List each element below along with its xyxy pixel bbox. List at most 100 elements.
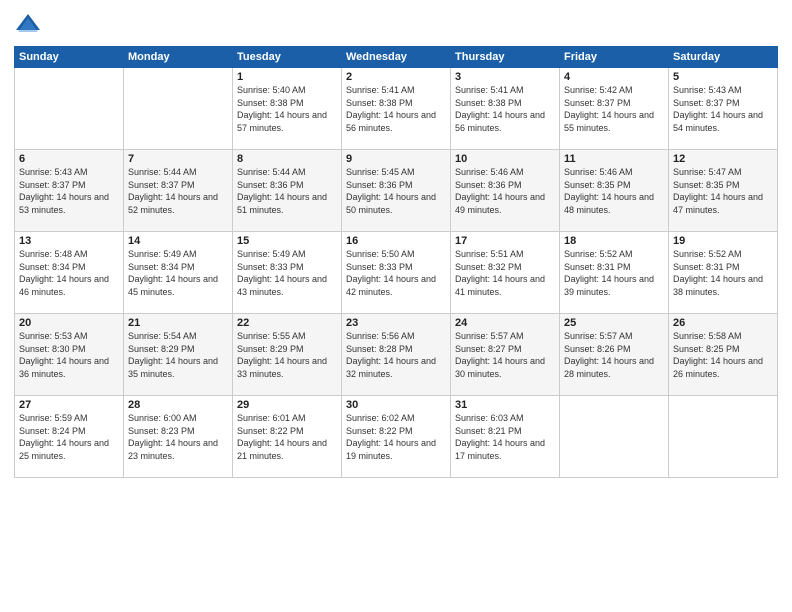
day-number: 17 [455,235,555,247]
day-cell: 18Sunrise: 5:52 AMSunset: 8:31 PMDayligh… [560,232,669,314]
logo-icon [14,10,42,38]
day-number: 28 [128,399,228,411]
day-cell: 20Sunrise: 5:53 AMSunset: 8:30 PMDayligh… [15,314,124,396]
day-info: Sunrise: 5:40 AMSunset: 8:38 PMDaylight:… [237,84,337,134]
day-info: Sunrise: 5:48 AMSunset: 8:34 PMDaylight:… [19,248,119,298]
day-cell: 13Sunrise: 5:48 AMSunset: 8:34 PMDayligh… [15,232,124,314]
day-number: 16 [346,235,446,247]
day-cell [124,68,233,150]
day-cell: 19Sunrise: 5:52 AMSunset: 8:31 PMDayligh… [669,232,778,314]
day-info: Sunrise: 5:57 AMSunset: 8:26 PMDaylight:… [564,330,664,380]
day-cell: 26Sunrise: 5:58 AMSunset: 8:25 PMDayligh… [669,314,778,396]
week-row-5: 27Sunrise: 5:59 AMSunset: 8:24 PMDayligh… [15,396,778,478]
day-info: Sunrise: 5:43 AMSunset: 8:37 PMDaylight:… [673,84,773,134]
day-number: 6 [19,153,119,165]
day-number: 21 [128,317,228,329]
day-number: 31 [455,399,555,411]
day-info: Sunrise: 5:53 AMSunset: 8:30 PMDaylight:… [19,330,119,380]
day-number: 1 [237,71,337,83]
week-row-1: 1Sunrise: 5:40 AMSunset: 8:38 PMDaylight… [15,68,778,150]
day-number: 5 [673,71,773,83]
day-cell: 28Sunrise: 6:00 AMSunset: 8:23 PMDayligh… [124,396,233,478]
day-cell: 25Sunrise: 5:57 AMSunset: 8:26 PMDayligh… [560,314,669,396]
day-number: 29 [237,399,337,411]
day-number: 4 [564,71,664,83]
day-cell [669,396,778,478]
day-number: 3 [455,71,555,83]
day-info: Sunrise: 5:49 AMSunset: 8:34 PMDaylight:… [128,248,228,298]
day-cell: 11Sunrise: 5:46 AMSunset: 8:35 PMDayligh… [560,150,669,232]
day-cell: 10Sunrise: 5:46 AMSunset: 8:36 PMDayligh… [451,150,560,232]
day-info: Sunrise: 5:44 AMSunset: 8:36 PMDaylight:… [237,166,337,216]
weekday-header-tuesday: Tuesday [233,47,342,68]
day-number: 13 [19,235,119,247]
day-info: Sunrise: 6:00 AMSunset: 8:23 PMDaylight:… [128,412,228,462]
calendar-table: SundayMondayTuesdayWednesdayThursdayFrid… [14,46,778,478]
day-cell: 15Sunrise: 5:49 AMSunset: 8:33 PMDayligh… [233,232,342,314]
weekday-header-monday: Monday [124,47,233,68]
day-number: 9 [346,153,446,165]
week-row-3: 13Sunrise: 5:48 AMSunset: 8:34 PMDayligh… [15,232,778,314]
day-cell: 8Sunrise: 5:44 AMSunset: 8:36 PMDaylight… [233,150,342,232]
day-cell: 5Sunrise: 5:43 AMSunset: 8:37 PMDaylight… [669,68,778,150]
day-cell: 30Sunrise: 6:02 AMSunset: 8:22 PMDayligh… [342,396,451,478]
weekday-header-row: SundayMondayTuesdayWednesdayThursdayFrid… [15,47,778,68]
day-info: Sunrise: 5:41 AMSunset: 8:38 PMDaylight:… [455,84,555,134]
day-cell: 21Sunrise: 5:54 AMSunset: 8:29 PMDayligh… [124,314,233,396]
day-info: Sunrise: 5:55 AMSunset: 8:29 PMDaylight:… [237,330,337,380]
day-cell: 6Sunrise: 5:43 AMSunset: 8:37 PMDaylight… [15,150,124,232]
day-number: 2 [346,71,446,83]
day-number: 23 [346,317,446,329]
day-info: Sunrise: 5:41 AMSunset: 8:38 PMDaylight:… [346,84,446,134]
day-cell [560,396,669,478]
day-info: Sunrise: 5:51 AMSunset: 8:32 PMDaylight:… [455,248,555,298]
day-info: Sunrise: 5:43 AMSunset: 8:37 PMDaylight:… [19,166,119,216]
day-number: 10 [455,153,555,165]
day-cell [15,68,124,150]
day-cell: 9Sunrise: 5:45 AMSunset: 8:36 PMDaylight… [342,150,451,232]
logo [14,10,46,38]
day-cell: 31Sunrise: 6:03 AMSunset: 8:21 PMDayligh… [451,396,560,478]
day-cell: 23Sunrise: 5:56 AMSunset: 8:28 PMDayligh… [342,314,451,396]
day-cell: 22Sunrise: 5:55 AMSunset: 8:29 PMDayligh… [233,314,342,396]
day-cell: 4Sunrise: 5:42 AMSunset: 8:37 PMDaylight… [560,68,669,150]
day-info: Sunrise: 6:01 AMSunset: 8:22 PMDaylight:… [237,412,337,462]
day-cell: 7Sunrise: 5:44 AMSunset: 8:37 PMDaylight… [124,150,233,232]
day-number: 18 [564,235,664,247]
day-info: Sunrise: 5:45 AMSunset: 8:36 PMDaylight:… [346,166,446,216]
day-cell: 14Sunrise: 5:49 AMSunset: 8:34 PMDayligh… [124,232,233,314]
week-row-2: 6Sunrise: 5:43 AMSunset: 8:37 PMDaylight… [15,150,778,232]
day-info: Sunrise: 5:52 AMSunset: 8:31 PMDaylight:… [564,248,664,298]
day-info: Sunrise: 5:44 AMSunset: 8:37 PMDaylight:… [128,166,228,216]
day-number: 26 [673,317,773,329]
day-number: 14 [128,235,228,247]
day-number: 19 [673,235,773,247]
page: SundayMondayTuesdayWednesdayThursdayFrid… [0,0,792,612]
weekday-header-wednesday: Wednesday [342,47,451,68]
day-number: 12 [673,153,773,165]
weekday-header-friday: Friday [560,47,669,68]
day-info: Sunrise: 5:58 AMSunset: 8:25 PMDaylight:… [673,330,773,380]
day-cell: 12Sunrise: 5:47 AMSunset: 8:35 PMDayligh… [669,150,778,232]
day-number: 11 [564,153,664,165]
day-number: 24 [455,317,555,329]
day-cell: 2Sunrise: 5:41 AMSunset: 8:38 PMDaylight… [342,68,451,150]
header [14,10,778,38]
day-cell: 17Sunrise: 5:51 AMSunset: 8:32 PMDayligh… [451,232,560,314]
day-info: Sunrise: 5:47 AMSunset: 8:35 PMDaylight:… [673,166,773,216]
day-number: 22 [237,317,337,329]
day-info: Sunrise: 5:42 AMSunset: 8:37 PMDaylight:… [564,84,664,134]
day-cell: 27Sunrise: 5:59 AMSunset: 8:24 PMDayligh… [15,396,124,478]
day-cell: 16Sunrise: 5:50 AMSunset: 8:33 PMDayligh… [342,232,451,314]
day-number: 27 [19,399,119,411]
day-number: 20 [19,317,119,329]
weekday-header-saturday: Saturday [669,47,778,68]
day-cell: 29Sunrise: 6:01 AMSunset: 8:22 PMDayligh… [233,396,342,478]
day-info: Sunrise: 5:46 AMSunset: 8:36 PMDaylight:… [455,166,555,216]
day-info: Sunrise: 5:50 AMSunset: 8:33 PMDaylight:… [346,248,446,298]
weekday-header-sunday: Sunday [15,47,124,68]
day-number: 30 [346,399,446,411]
day-info: Sunrise: 5:57 AMSunset: 8:27 PMDaylight:… [455,330,555,380]
week-row-4: 20Sunrise: 5:53 AMSunset: 8:30 PMDayligh… [15,314,778,396]
day-number: 25 [564,317,664,329]
